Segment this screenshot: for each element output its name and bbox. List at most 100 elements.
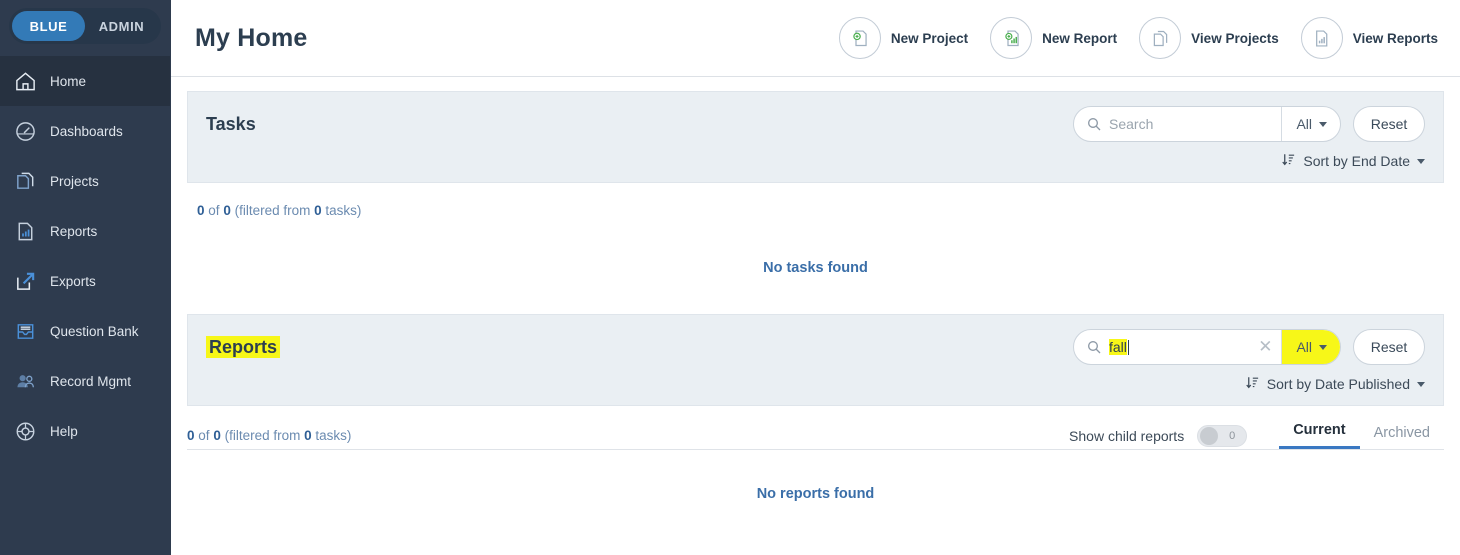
brand-label-blue: BLUE (30, 19, 68, 34)
sort-descending-icon (1281, 152, 1296, 170)
new-report-button[interactable]: New Report (990, 17, 1117, 59)
sidebar-label-help: Help (50, 424, 78, 439)
tasks-panel-title: Tasks (206, 114, 256, 135)
copy-pages-icon (8, 166, 42, 196)
reports-search-value: fall (1109, 339, 1127, 355)
sidebar: BLUE ADMIN Home (0, 0, 170, 555)
sidebar-item-home[interactable]: Home (0, 56, 170, 106)
tasks-head-controls: Search All Reset (1073, 106, 1425, 142)
tasks-scope-select[interactable]: All (1281, 106, 1340, 142)
reports-panel-header: Reports fall ✕ (187, 314, 1444, 406)
sidebar-label-dashboards: Dashboards (50, 124, 123, 139)
sidebar-item-dashboards[interactable]: Dashboards (0, 106, 170, 156)
view-reports-icon (1301, 17, 1343, 59)
home-icon (8, 66, 42, 96)
reports-count-row: 0 of 0 (filtered from 0 tasks) (187, 428, 361, 443)
tasks-panel-header: Tasks Search Al (187, 91, 1444, 183)
view-reports-button[interactable]: View Reports (1301, 17, 1438, 59)
brand-button-admin[interactable]: ADMIN (85, 11, 158, 41)
sidebar-item-exports[interactable]: Exports (0, 256, 170, 306)
reports-panel: Reports fall ✕ (187, 314, 1444, 502)
reports-count-suffix: tasks) (315, 428, 351, 443)
header-actions: New Project New Report (817, 17, 1438, 59)
reports-count-filtered: 0 (304, 428, 312, 443)
chevron-down-icon (1319, 345, 1327, 350)
gauge-icon (8, 116, 42, 146)
tasks-count-filtered: 0 (314, 203, 322, 218)
new-project-button[interactable]: New Project (839, 17, 968, 59)
sidebar-item-question-bank[interactable]: Question Bank (0, 306, 170, 356)
reports-count-shown: 0 (187, 428, 195, 443)
tasks-title-text: Tasks (206, 114, 256, 134)
view-projects-button[interactable]: View Projects (1139, 17, 1279, 59)
page-header: My Home New Project (171, 0, 1460, 77)
reports-meta-row: 0 of 0 (filtered from 0 tasks) Show chil… (187, 406, 1444, 449)
sort-descending-icon (1245, 375, 1260, 393)
users-icon (8, 366, 42, 396)
view-projects-label: View Projects (1191, 31, 1279, 46)
brand-label-admin: ADMIN (99, 19, 145, 34)
new-report-icon (990, 17, 1032, 59)
reports-panel-body: 0 of 0 (filtered from 0 tasks) Show chil… (187, 406, 1444, 502)
sidebar-label-reports: Reports (50, 224, 97, 239)
toggle-count: 0 (1229, 430, 1235, 442)
tab-current-label: Current (1293, 422, 1345, 438)
brand-mode-toggle[interactable]: BLUE ADMIN (9, 8, 161, 44)
main-content: My Home New Project (170, 0, 1460, 555)
tasks-panel: Tasks Search Al (187, 91, 1444, 276)
reports-sort-control[interactable]: Sort by Date Published (1245, 375, 1425, 393)
document-chart-icon (8, 216, 42, 246)
sidebar-label-exports: Exports (50, 274, 96, 289)
page-title: My Home (195, 24, 308, 53)
reports-count-of: of (198, 428, 209, 443)
tasks-search-box[interactable]: Search All (1073, 106, 1341, 142)
inbox-tray-icon (8, 316, 42, 346)
reports-count-filtered-text: (filtered from (225, 428, 301, 443)
tab-current[interactable]: Current (1279, 422, 1359, 449)
view-projects-icon (1139, 17, 1181, 59)
tasks-count-row: 0 of 0 (filtered from 0 tasks) (187, 183, 1444, 218)
sidebar-item-projects[interactable]: Projects (0, 156, 170, 206)
reports-tabs: Current Archived (1279, 422, 1444, 449)
tasks-count-filtered-text: (filtered from (235, 203, 311, 218)
tasks-count-total: 0 (223, 203, 231, 218)
sidebar-item-help[interactable]: Help (0, 406, 170, 456)
chevron-down-icon (1417, 382, 1425, 387)
tasks-reset-button[interactable]: Reset (1353, 106, 1425, 142)
search-icon (1086, 116, 1102, 132)
tasks-sort-control[interactable]: Sort by End Date (1281, 152, 1425, 170)
sidebar-item-record-mgmt[interactable]: Record Mgmt (0, 356, 170, 406)
tasks-sort-label: Sort by End Date (1303, 153, 1410, 169)
tasks-reset-label: Reset (1371, 116, 1408, 132)
reports-head-controls: fall ✕ All Reset (1073, 329, 1425, 365)
reports-scope-label: All (1296, 339, 1312, 355)
tab-archived-label: Archived (1374, 425, 1430, 441)
chevron-down-icon (1417, 159, 1425, 164)
toggle-knob (1200, 427, 1218, 445)
tasks-search-input[interactable]: Search (1109, 116, 1281, 132)
tasks-count-shown: 0 (197, 203, 205, 218)
sidebar-item-reports[interactable]: Reports (0, 206, 170, 256)
reports-search-box[interactable]: fall ✕ All (1073, 329, 1341, 365)
tasks-panel-body: 0 of 0 (filtered from 0 tasks) No tasks … (187, 183, 1444, 276)
reports-meta-controls: Show child reports 0 Current Archiv (1069, 422, 1444, 449)
close-icon[interactable]: ✕ (1254, 338, 1281, 357)
reports-search-input[interactable]: fall (1109, 339, 1254, 355)
sidebar-label-projects: Projects (50, 174, 99, 189)
search-icon (1086, 339, 1102, 355)
reports-scope-select[interactable]: All (1281, 329, 1340, 365)
tab-archived[interactable]: Archived (1360, 425, 1444, 449)
chevron-down-icon (1319, 122, 1327, 127)
app-root: BLUE ADMIN Home (0, 0, 1460, 555)
tasks-count-of: of (208, 203, 219, 218)
new-report-label: New Report (1042, 31, 1117, 46)
reports-reset-button[interactable]: Reset (1353, 329, 1425, 365)
show-child-reports-toggle[interactable]: 0 (1197, 425, 1247, 447)
reports-panel-title: Reports (206, 337, 280, 358)
sidebar-label-question-bank: Question Bank (50, 324, 139, 339)
brand-button-blue[interactable]: BLUE (12, 11, 85, 41)
sidebar-label-home: Home (50, 74, 86, 89)
content-area: Tasks Search Al (171, 77, 1460, 555)
text-cursor (1128, 340, 1129, 355)
reports-empty-message: No reports found (187, 450, 1444, 502)
